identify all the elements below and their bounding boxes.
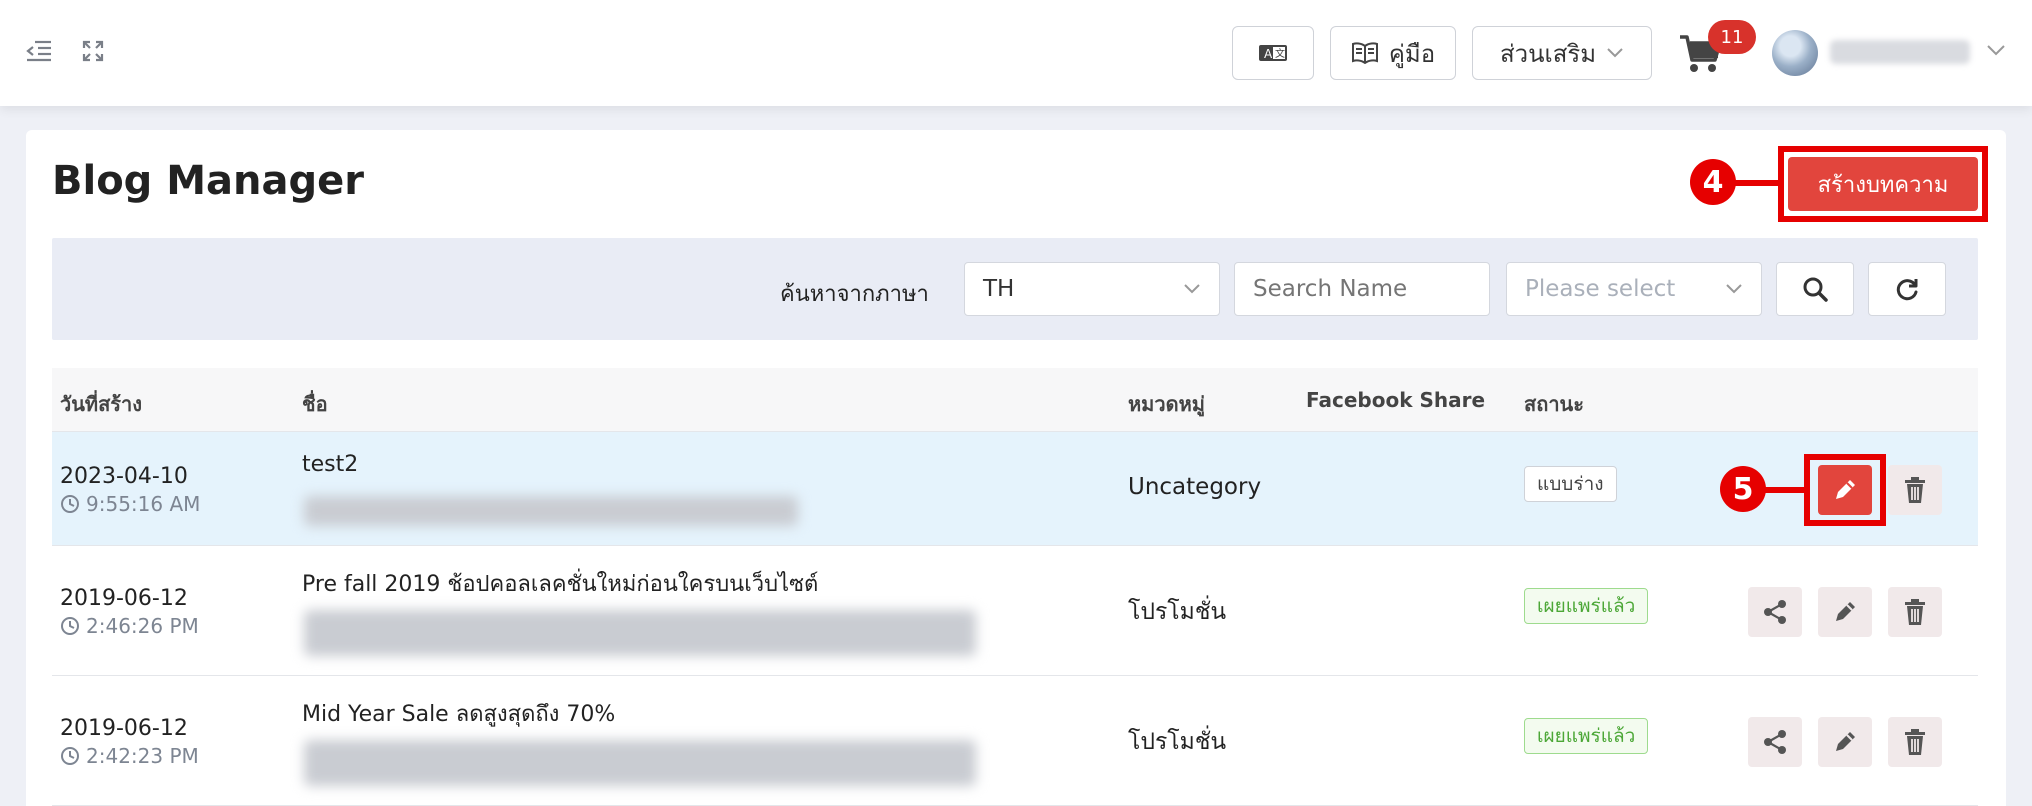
avatar[interactable] [1772,30,1818,76]
refresh-button[interactable] [1868,262,1946,316]
cart-count-badge: 11 [1708,20,1756,54]
row-time: 9:55:16 AM [60,492,200,516]
fullscreen-icon[interactable] [78,36,108,66]
row-date: 2019-06-12 [60,716,188,741]
status-badge: เผยแพร่แล้ว [1524,588,1649,624]
search-button[interactable] [1776,262,1854,316]
column-header-status[interactable]: สถานะ [1524,388,1584,420]
row-time-text: 2:42:23 PM [86,744,199,768]
pencil-icon [1836,602,1855,621]
delete-button[interactable] [1888,465,1942,515]
language-select-value: TH [983,276,1015,302]
row-time-text: 2:46:26 PM [86,614,199,638]
step-4-marker: 4 [1690,159,1736,205]
user-menu-chevron-icon[interactable] [1986,42,2006,61]
column-header-facebook-share[interactable]: Facebook Share [1306,388,1485,412]
username-blurred[interactable] [1830,40,1970,64]
manual-label: คู่มือ [1388,40,1436,68]
book-icon [1351,42,1378,64]
trash-icon [1905,477,1925,503]
row-url-blurred [304,610,976,656]
language-select[interactable]: TH [964,262,1220,316]
clock-icon [61,747,79,765]
edit-button[interactable] [1818,587,1872,637]
addons-dropdown[interactable]: ส่วนเสริม [1472,26,1652,80]
row-date: 2023-04-10 [60,464,188,489]
manual-button[interactable]: คู่มือ [1330,26,1456,80]
clock-icon [61,495,79,513]
pencil-icon [1836,480,1855,499]
share-button[interactable] [1748,717,1802,767]
row-category: Uncategory [1128,474,1262,500]
share-icon [1764,730,1786,754]
chevron-down-icon [1726,284,1742,294]
create-article-button[interactable]: สร้างบทความ [1788,157,1978,211]
step-5-marker: 5 [1720,466,1766,512]
category-select[interactable]: Please select [1506,262,1762,316]
row-time-text: 9:55:16 AM [86,492,201,516]
category-select-placeholder: Please select [1525,276,1676,302]
row-name: Mid Year Sale ลดสูงสุดถึง 70% [302,702,616,727]
column-header-category[interactable]: หมวดหมู่ [1128,388,1205,420]
table-header [52,368,1978,432]
row-name: Pre fall 2019 ช้อปคอลเลคชั่นใหม่ก่อนใครบ… [302,572,819,597]
chevron-down-icon [1184,284,1200,294]
row-time: 2:46:26 PM [60,614,199,638]
search-icon [1803,277,1828,302]
clock-icon [61,617,79,635]
trash-icon [1905,599,1925,625]
translate-icon: A文 [1259,45,1287,61]
row-time: 2:42:23 PM [60,744,199,768]
row-category: โปรโมชั่น [1128,729,1227,755]
language-filter-label: ค้นหาจากภาษา [780,282,929,307]
step-4-connector [1734,180,1780,186]
row-name: test2 [302,452,359,477]
search-name-input[interactable] [1234,262,1490,316]
column-header-name[interactable]: ชื่อ [302,388,328,420]
svg-text:A: A [1264,47,1273,61]
row-url-blurred [304,740,976,786]
share-button[interactable] [1748,587,1802,637]
page-title: Blog Manager [52,158,364,204]
row-category: โปรโมชั่น [1128,599,1227,625]
top-bar: A文 คู่มือ ส่วนเสริม 11 [0,0,2032,106]
refresh-icon [1896,279,1918,301]
delete-button[interactable] [1888,717,1942,767]
status-badge: เผยแพร่แล้ว [1524,718,1649,754]
trash-icon [1905,729,1925,755]
table-row[interactable] [52,432,1978,546]
status-badge: แบบร่าง [1524,466,1617,502]
step-5-connector [1764,487,1806,493]
row-url-blurred [304,496,798,526]
svg-text:文: 文 [1275,47,1285,60]
sidebar-collapse-icon[interactable] [24,36,54,66]
edit-button[interactable] [1818,465,1872,515]
delete-button[interactable] [1888,587,1942,637]
translate-button[interactable]: A文 [1232,26,1314,80]
column-header-date[interactable]: วันที่สร้าง [60,388,142,420]
share-icon [1764,600,1786,624]
pencil-icon [1836,732,1855,751]
addons-label: ส่วนเสริม [1499,40,1597,68]
chevron-down-icon [1607,48,1623,58]
row-date: 2019-06-12 [60,586,188,611]
edit-button[interactable] [1818,717,1872,767]
